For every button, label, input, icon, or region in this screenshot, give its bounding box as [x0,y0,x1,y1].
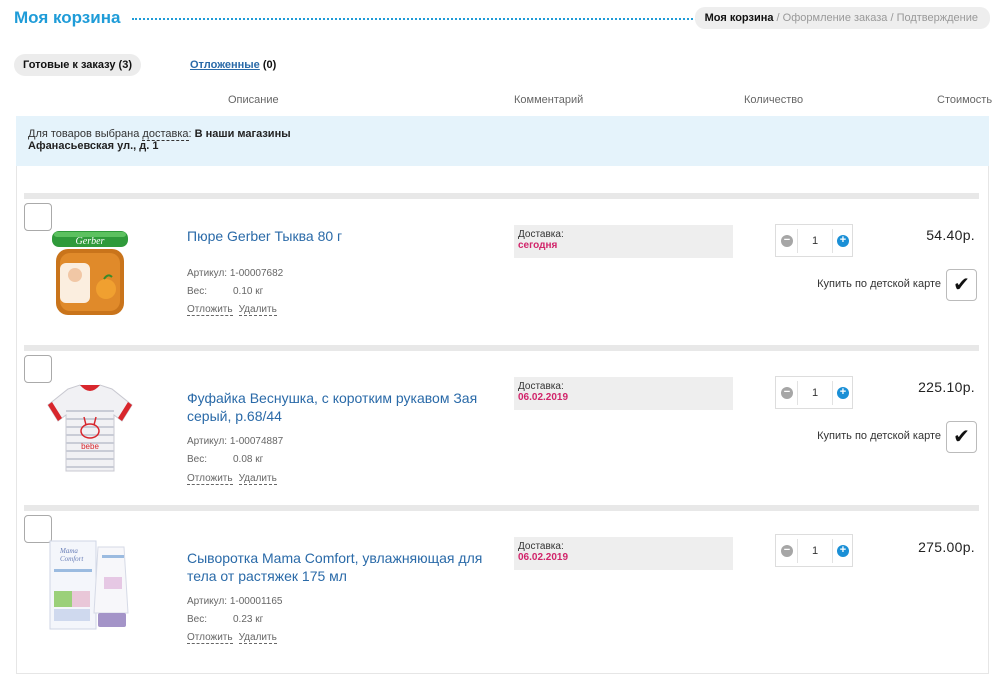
quantity-input[interactable]: 1 [797,229,833,253]
product-weight: Вес: 0.10 кг [187,283,307,301]
kids-card-label: Купить по детской карте [817,278,941,290]
breadcrumb-step-confirm: Подтверждение [896,12,978,24]
cream-tube-icon[interactable]: Mama Comfort [46,537,134,633]
increase-quantity-button[interactable]: + [837,387,849,399]
delivery-date: 06.02.2019 [518,392,569,403]
weight-value: 0.10 кг [233,286,264,297]
baby-tshirt-icon[interactable]: bebe [46,381,134,477]
delivery-date: 06.02.2019 [518,552,569,563]
column-header-cost: Стоимость [937,94,993,106]
quantity-input[interactable]: 1 [797,381,833,405]
weight-label: Вес: [187,286,208,297]
increase-quantity-button[interactable]: + [837,545,849,557]
item-price: 275.00р. [918,539,975,555]
cart-item: bebe Фуфайка Веснушка, с коротким рукаво… [24,345,979,503]
product-article: Артикул: 1-00001165 [187,593,283,611]
item-actions: Отложить Удалить [187,304,283,316]
increase-quantity-button[interactable]: + [837,235,849,247]
product-article: Артикул: 1-00007682 [187,265,283,283]
article-label: Артикул: [187,436,230,447]
decrease-quantity-button[interactable]: − [781,545,793,557]
decrease-quantity-button[interactable]: − [781,387,793,399]
cart-item: Mama Comfort Сыворотка Mama Comfort, увл… [24,505,979,655]
delivery-date: сегодня [518,240,558,251]
kids-card-label: Купить по детской карте [817,430,941,442]
delivery-info-banner: Для товаров выбрана доставка: В наши маг… [16,116,989,166]
delivery-label: Доставка: [518,541,564,552]
tab-deferred[interactable]: Отложенные (0) [190,54,276,76]
product-name-link[interactable]: Фуфайка Веснушка, с коротким рукавом Зая… [187,389,492,425]
title-divider [132,18,705,20]
weight-value: 0.08 кг [233,454,264,465]
kids-card-option: Купить по детской карте ✔ [777,269,977,301]
product-weight: Вес: 0.23 кг [187,611,307,629]
breadcrumb-step-checkout: Оформление заказа [782,12,888,24]
quantity-input[interactable]: 1 [797,539,833,563]
column-header-comment: Комментарий [514,94,584,106]
page-title: Моя корзина [14,8,121,27]
delete-link[interactable]: Удалить [238,473,277,485]
breadcrumb-separator: / [887,12,897,24]
kids-card-option: Купить по детской карте ✔ [777,421,977,453]
quantity-stepper: − 1 + [775,534,853,567]
breadcrumb: Моя корзина / Оформление заказа / Подтве… [694,7,990,29]
article-label: Артикул: [187,268,230,279]
delete-link[interactable]: Удалить [238,304,277,316]
delete-link[interactable]: Удалить [238,632,277,644]
article-value: 1-00001165 [229,596,283,607]
weight-value: 0.23 кг [233,614,264,625]
quantity-stepper: − 1 + [775,376,853,409]
product-article: Артикул: 1-00074887 [187,433,283,451]
decrease-quantity-button[interactable]: − [781,235,793,247]
defer-link[interactable]: Отложить [187,632,233,644]
delivery-comment: Доставка: 06.02.2019 [514,537,733,570]
defer-link[interactable]: Отложить [187,304,233,316]
delivery-comment: Доставка: сегодня [514,225,733,258]
svg-text:Mama: Mama [59,547,78,555]
page-header: Моя корзина Моя корзина / Оформление зак… [14,6,990,30]
weight-label: Вес: [187,454,208,465]
article-value: 1-00007682 [229,268,284,279]
column-header-description: Описание [228,94,279,106]
item-select-checkbox[interactable] [24,355,52,383]
delivery-method: В наши магазины [194,128,291,140]
tab-deferred-link[interactable]: Отложенные [190,59,260,71]
kids-card-checkbox[interactable]: ✔ [946,269,977,301]
delivery-info-prefix: Для товаров выбрана [28,128,143,140]
quantity-stepper: − 1 + [775,224,853,257]
item-divider [24,345,979,351]
item-actions: Отложить Удалить [187,632,283,644]
kids-card-checkbox[interactable]: ✔ [946,421,977,453]
item-price: 54.40р. [926,227,975,243]
weight-label: Вес: [187,614,208,625]
defer-link[interactable]: Отложить [187,473,233,485]
tab-deferred-count: (0) [262,59,277,71]
delivery-comment: Доставка: 06.02.2019 [514,377,733,410]
product-weight: Вес: 0.08 кг [187,451,307,469]
delivery-label: Доставка: [518,381,564,392]
delivery-label: Доставка: [518,229,564,240]
item-divider [24,193,979,199]
item-actions: Отложить Удалить [187,473,283,485]
item-divider [24,505,979,511]
article-value: 1-00074887 [229,436,284,447]
article-label: Артикул: [187,596,230,607]
cart-item: Gerber Пюре Gerber Тыква 80 г Артикул: 1… [24,193,979,343]
svg-text:Gerber: Gerber [76,236,105,247]
breadcrumb-current: Моя корзина [704,12,774,24]
delivery-address: Афанасьевская ул., д. 1 [28,140,159,152]
tab-ready[interactable]: Готовые к заказу (3) [14,54,141,76]
product-name-link[interactable]: Пюре Gerber Тыква 80 г [187,227,492,245]
baby-food-jar-icon[interactable]: Gerber [46,223,134,319]
item-price: 225.10р. [918,379,975,395]
breadcrumb-separator: / [773,12,783,24]
column-header-quantity: Количество [744,94,804,106]
svg-text:bebe: bebe [81,442,99,451]
svg-text:Comfort: Comfort [60,555,84,563]
product-name-link[interactable]: Сыворотка Mama Comfort, увлажняющая для … [187,549,492,585]
